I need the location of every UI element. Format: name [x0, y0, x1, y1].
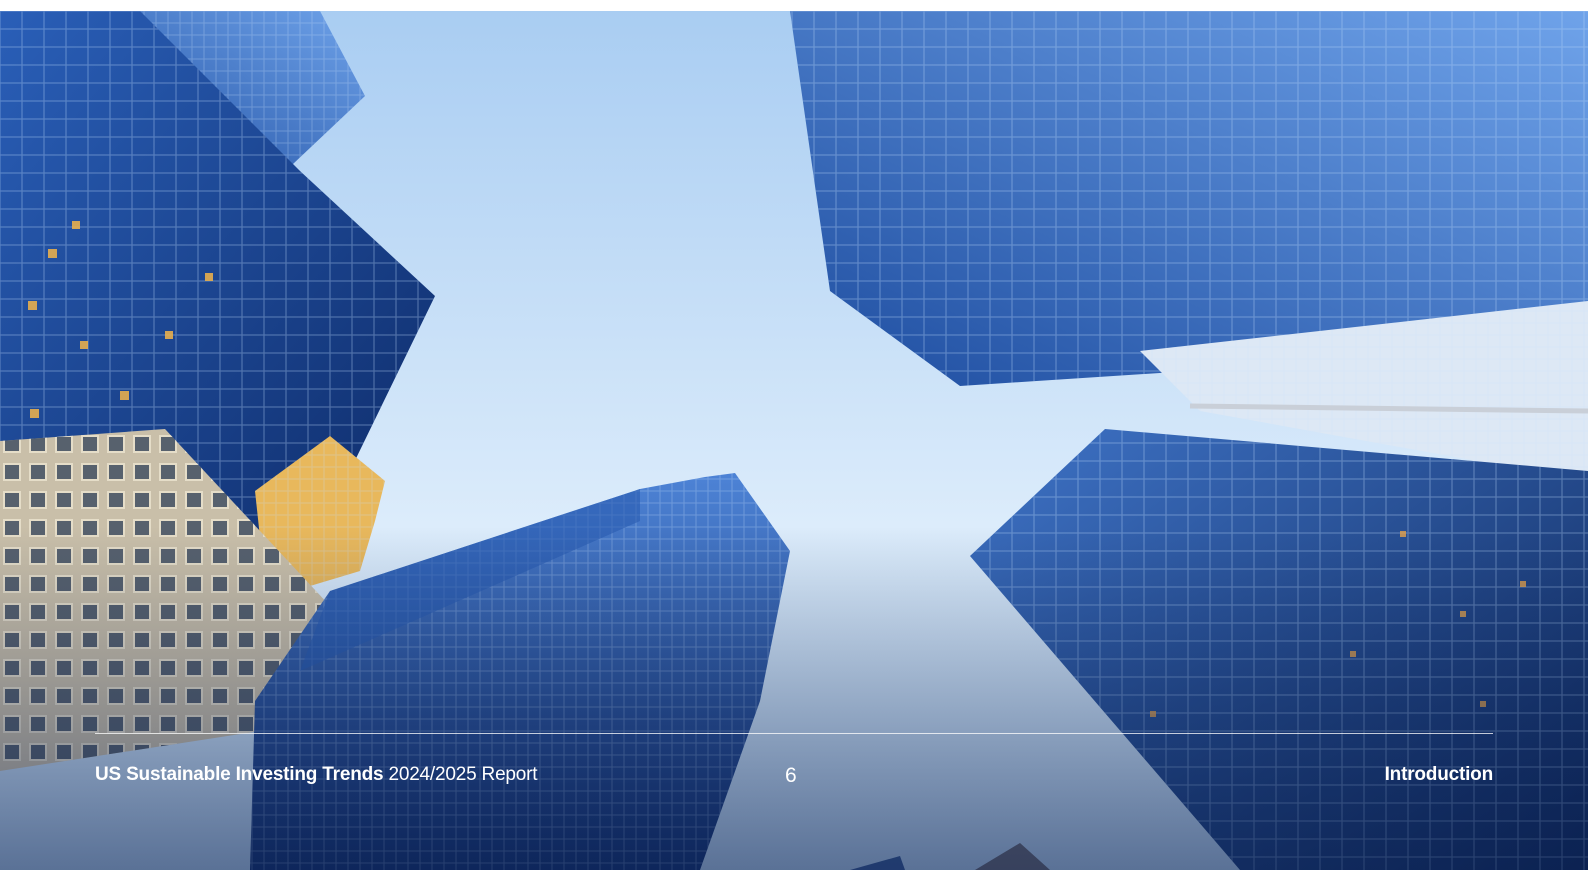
page-number: 6 — [785, 764, 797, 787]
footer-divider — [95, 733, 1493, 734]
report-title: US Sustainable Investing Trends 2024/202… — [95, 764, 538, 786]
report-title-rest: 2024/2025 Report — [383, 764, 538, 785]
page-footer: US Sustainable Investing Trends 2024/202… — [95, 764, 1493, 792]
section-link-introduction[interactable]: Introduction — [1385, 764, 1494, 786]
cover-photo-skyscrapers — [0, 11, 1588, 870]
report-title-bold: US Sustainable Investing Trends — [95, 764, 384, 785]
